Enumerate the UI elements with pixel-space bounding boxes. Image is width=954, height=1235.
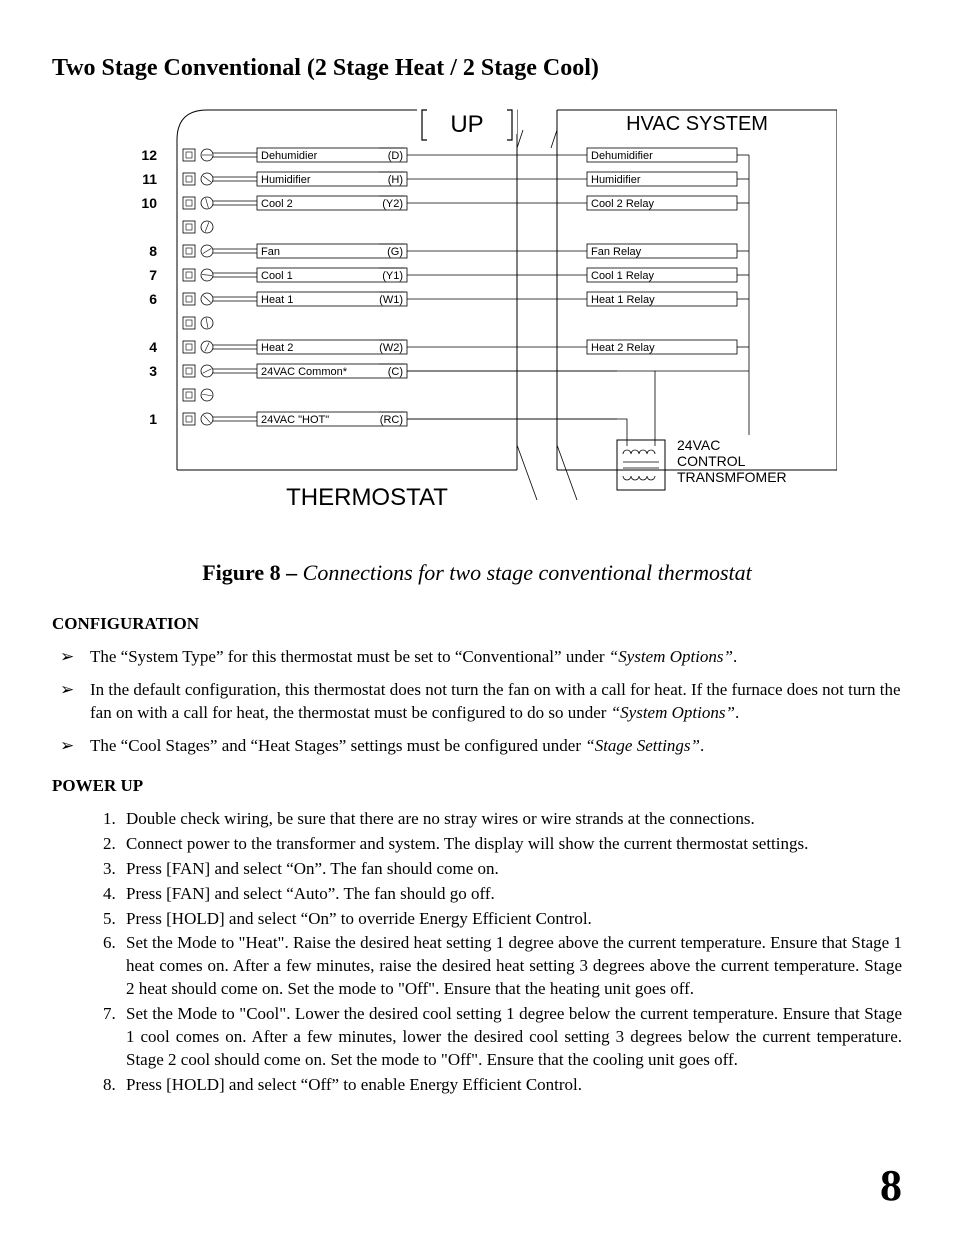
terminal-label-right: Cool 1 Relay xyxy=(591,270,654,282)
terminal-code: (H) xyxy=(388,174,403,186)
powerup-list: Double check wiring, be sure that there … xyxy=(98,808,902,1097)
terminal-row: 10 Cool 2 (Y2) Cool 2 Relay xyxy=(141,195,749,211)
terminal-row: 12 Dehumidier (D) Dehumidifier xyxy=(141,147,749,163)
terminal-row xyxy=(183,221,213,233)
terminal-code: (C) xyxy=(388,366,403,378)
terminal-number: 12 xyxy=(141,147,157,163)
powerup-item: Press [FAN] and select “On”. The fan sho… xyxy=(120,858,902,881)
powerup-item: Press [HOLD] and select “Off” to enable … xyxy=(120,1074,902,1097)
powerup-item: Set the Mode to "Heat". Raise the desire… xyxy=(120,932,902,1001)
figure-caption-bold: Figure 8 – xyxy=(202,560,302,585)
terminal-label-left: Cool 2 xyxy=(261,198,293,210)
terminal-label-right: Dehumidifier xyxy=(591,150,653,162)
transformer-l3: TRANSMFOMER xyxy=(677,469,787,485)
powerup-item: Double check wiring, be sure that there … xyxy=(120,808,902,831)
powerup-heading: POWER UP xyxy=(52,776,902,796)
terminal-label-left: Heat 1 xyxy=(261,294,293,306)
wiring-diagram: UP HVAC SYSTEM 12 Dehumidier (D) Dehumidifi… xyxy=(117,100,837,530)
terminal-rows: 12 Dehumidier (D) Dehumidifier 11 Humidifier (… xyxy=(141,147,749,440)
powerup-item: Press [FAN] and select “Auto”. The fan s… xyxy=(120,883,902,906)
terminal-label-left: Heat 2 xyxy=(261,342,293,354)
transformer-l1: 24VAC xyxy=(677,437,720,453)
terminal-number: 10 xyxy=(141,195,157,211)
page-title: Two Stage Conventional (2 Stage Heat / 2… xyxy=(52,55,902,82)
terminal-row: 6 Heat 1 (W1) Heat 1 Relay xyxy=(149,291,749,307)
terminal-label-right: Humidifier xyxy=(591,174,641,186)
terminal-row: 4 Heat 2 (W2) Heat 2 Relay xyxy=(149,339,749,355)
terminal-label-right: Fan Relay xyxy=(591,246,642,258)
terminal-number: 8 xyxy=(149,243,157,259)
terminal-number: 4 xyxy=(149,339,157,355)
powerup-item: Set the Mode to "Cool". Lower the desire… xyxy=(120,1003,902,1072)
figure-caption-italic: Connections for two stage conventional t… xyxy=(303,560,752,585)
terminal-number: 6 xyxy=(149,291,157,307)
terminal-row: 1 24VAC "HOT" (RC) xyxy=(149,411,627,440)
terminal-number: 1 xyxy=(149,411,157,427)
terminal-row: 8 Fan (G) Fan Relay xyxy=(149,243,749,259)
config-list: The “System Type” for this thermostat mu… xyxy=(52,646,902,758)
terminal-label-right: Heat 2 Relay xyxy=(591,342,655,354)
terminal-label-left: 24VAC Common* xyxy=(261,366,348,378)
terminal-label-left: Humidifier xyxy=(261,174,311,186)
terminal-label-left: 24VAC "HOT" xyxy=(261,414,329,426)
figure-caption: Figure 8 – Connections for two stage con… xyxy=(52,560,902,586)
terminal-row xyxy=(183,389,213,401)
powerup-item: Press [HOLD] and select “On” to override… xyxy=(120,908,902,931)
terminal-label-right: Cool 2 Relay xyxy=(591,198,654,210)
terminal-number: 11 xyxy=(142,171,157,187)
config-heading: CONFIGURATION xyxy=(52,614,902,634)
transformer-icon xyxy=(617,440,665,490)
terminal-code: (D) xyxy=(388,150,403,162)
transformer-l2: CONTROL xyxy=(677,453,746,469)
terminal-row xyxy=(183,317,213,329)
terminal-label-left: Fan xyxy=(261,246,280,258)
up-label: UP xyxy=(450,111,483,138)
page: Two Stage Conventional (2 Stage Heat / 2… xyxy=(0,0,954,1235)
terminal-code: (W1) xyxy=(379,294,403,306)
terminal-code: (Y1) xyxy=(382,270,403,282)
terminal-number: 3 xyxy=(149,363,157,379)
terminal-code: (Y2) xyxy=(382,198,403,210)
config-item: The “Cool Stages” and “Heat Stages” sett… xyxy=(60,735,902,758)
terminal-code: (G) xyxy=(387,246,403,258)
terminal-row: 11 Humidifier (H) Humidifier xyxy=(142,171,749,187)
terminal-code: (RC) xyxy=(380,414,403,426)
terminal-label-right: Heat 1 Relay xyxy=(591,294,655,306)
thermostat-label: THERMOSTAT xyxy=(286,484,448,511)
hvac-label: HVAC SYSTEM xyxy=(626,113,768,135)
terminal-code: (W2) xyxy=(379,342,403,354)
config-item: In the default configuration, this therm… xyxy=(60,679,902,725)
terminal-number: 7 xyxy=(149,267,157,283)
diagram-svg: UP HVAC SYSTEM 12 Dehumidier (D) Dehumidifi… xyxy=(117,100,837,530)
config-item: The “System Type” for this thermostat mu… xyxy=(60,646,902,669)
page-number: 8 xyxy=(880,1160,902,1211)
terminal-row: 7 Cool 1 (Y1) Cool 1 Relay xyxy=(149,267,749,283)
terminal-row: 3 24VAC Common* (C) xyxy=(149,363,749,440)
powerup-item: Connect power to the transformer and sys… xyxy=(120,833,902,856)
terminal-label-left: Cool 1 xyxy=(261,270,293,282)
terminal-label-left: Dehumidier xyxy=(261,150,318,162)
